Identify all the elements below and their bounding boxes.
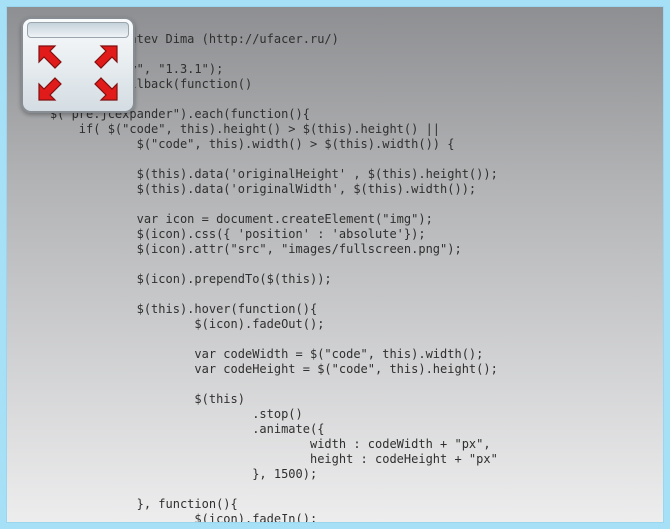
fullscreen-expand-button[interactable] bbox=[21, 17, 135, 113]
arrow-icon bbox=[35, 42, 67, 74]
arrow-icon bbox=[89, 72, 121, 104]
window-titlebar-icon bbox=[27, 22, 129, 38]
arrow-icon bbox=[35, 72, 67, 104]
arrow-icon bbox=[89, 42, 121, 74]
code-viewport: Zlatev Dima (http://ufacer.ru/) ery", "1… bbox=[6, 6, 664, 523]
expand-arrows-icon bbox=[23, 38, 133, 108]
